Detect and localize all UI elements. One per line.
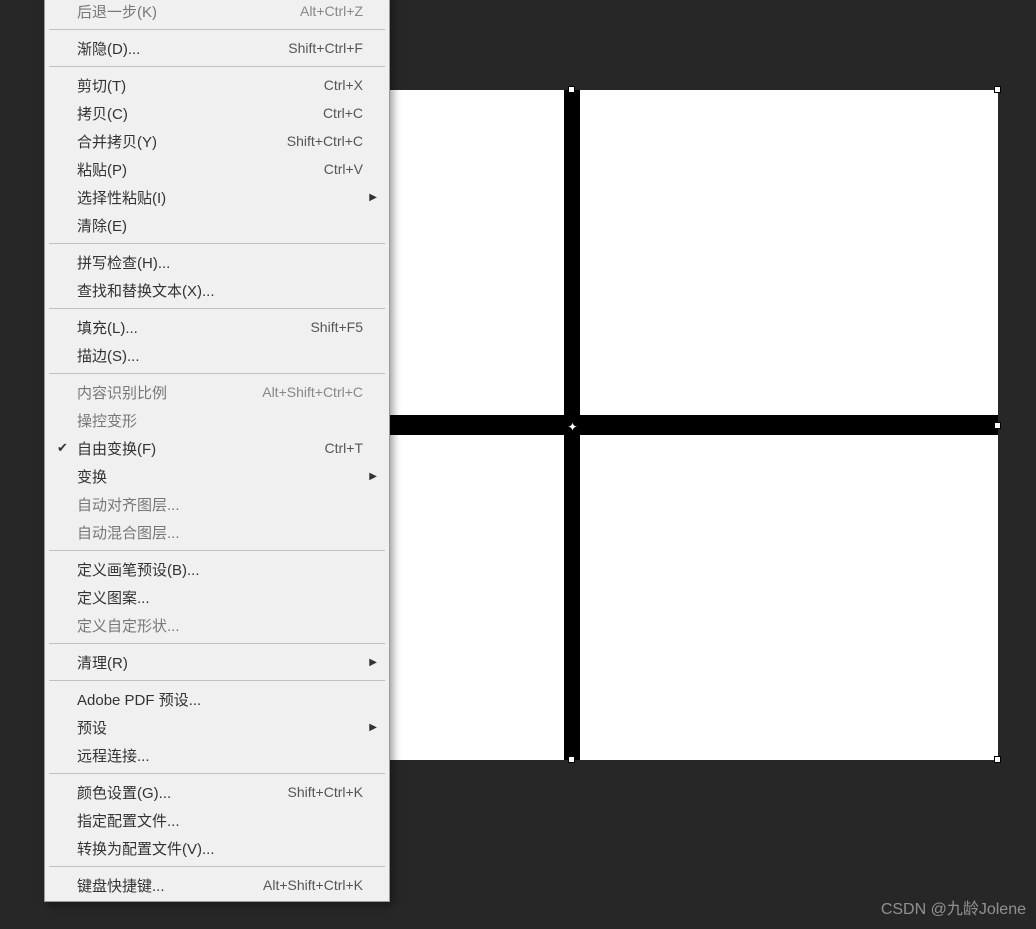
menu-item-fade[interactable]: 渐隐(D)...Shift+Ctrl+F	[47, 34, 387, 62]
submenu-arrow-icon: ▶	[369, 192, 377, 203]
menu-item-step-back: 后退一步(K)Alt+Ctrl+Z	[47, 0, 387, 25]
menu-separator	[49, 29, 385, 30]
menu-item-label: 转换为配置文件(V)...	[77, 838, 363, 859]
menu-item-shortcut: Alt+Shift+Ctrl+K	[263, 877, 363, 893]
menu-item-stroke[interactable]: 描边(S)...	[47, 341, 387, 369]
menu-item-label: 颜色设置(G)...	[77, 782, 288, 803]
menu-item-content-aware-scale: 内容识别比例Alt+Shift+Ctrl+C	[47, 378, 387, 406]
menu-item-find-replace[interactable]: 查找和替换文本(X)...	[47, 276, 387, 304]
menu-separator	[49, 680, 385, 681]
menu-item-label: 清除(E)	[77, 215, 363, 236]
submenu-arrow-icon: ▶	[369, 722, 377, 733]
menu-item-label: 定义画笔预设(B)...	[77, 559, 363, 580]
menu-item-label: 渐隐(D)...	[77, 38, 288, 59]
menu-item-label: 内容识别比例	[77, 382, 262, 403]
menu-item-label: 描边(S)...	[77, 345, 363, 366]
menu-item-label: 拷贝(C)	[77, 103, 323, 124]
menu-item-paste-special[interactable]: 选择性粘贴(I) ▶	[47, 183, 387, 211]
menu-item-purge[interactable]: 清理(R) ▶	[47, 648, 387, 676]
menu-separator	[49, 373, 385, 374]
menu-separator	[49, 66, 385, 67]
menu-item-label: 自由变换(F)	[77, 438, 325, 459]
menu-item-remote-connect[interactable]: 远程连接...	[47, 741, 387, 769]
menu-item-shortcut: Ctrl+V	[324, 161, 363, 177]
menu-item-paste[interactable]: 粘贴(P)Ctrl+V	[47, 155, 387, 183]
check-icon: ✔	[57, 440, 68, 456]
menu-item-label: 合并拷贝(Y)	[77, 131, 287, 152]
menu-item-label: 查找和替换文本(X)...	[77, 280, 363, 301]
menu-item-shortcut: Alt+Ctrl+Z	[300, 3, 363, 19]
menu-item-define-shape: 定义自定形状...	[47, 611, 387, 639]
menu-item-label: 变换	[77, 466, 363, 487]
menu-separator	[49, 550, 385, 551]
menu-item-label: 定义图案...	[77, 587, 363, 608]
menu-item-label: Adobe PDF 预设...	[77, 689, 363, 710]
transform-center-icon[interactable]: ✦	[567, 422, 578, 433]
menu-item-free-transform[interactable]: ✔ 自由变换(F)Ctrl+T	[47, 434, 387, 462]
menu-item-label: 剪切(T)	[77, 75, 324, 96]
menu-item-auto-align: 自动对齐图层...	[47, 490, 387, 518]
menu-item-spell-check[interactable]: 拼写检查(H)...	[47, 248, 387, 276]
edit-menu: 后退一步(K)Alt+Ctrl+Z 渐隐(D)...Shift+Ctrl+F 剪切(…	[44, 0, 390, 902]
menu-item-clear[interactable]: 清除(E)	[47, 211, 387, 239]
transform-handle-mr[interactable]	[994, 422, 1001, 429]
menu-separator	[49, 308, 385, 309]
transform-handle-bc[interactable]	[568, 756, 575, 763]
submenu-arrow-icon: ▶	[369, 657, 377, 668]
menu-item-shortcut: Shift+Ctrl+C	[287, 133, 363, 149]
menu-item-label: 预设	[77, 717, 363, 738]
menu-item-color-settings[interactable]: 颜色设置(G)...Shift+Ctrl+K	[47, 778, 387, 806]
menu-separator	[49, 773, 385, 774]
menu-item-copy-merged[interactable]: 合并拷贝(Y)Shift+Ctrl+C	[47, 127, 387, 155]
menu-item-label: 拼写检查(H)...	[77, 252, 363, 273]
canvas-tile	[580, 435, 998, 760]
menu-item-auto-blend: 自动混合图层...	[47, 518, 387, 546]
menu-item-shortcut: Ctrl+C	[323, 105, 363, 121]
menu-item-fill[interactable]: 填充(L)...Shift+F5	[47, 313, 387, 341]
menu-item-pdf-presets[interactable]: Adobe PDF 预设...	[47, 685, 387, 713]
menu-item-label: 自动对齐图层...	[77, 494, 363, 515]
menu-item-label: 后退一步(K)	[77, 1, 300, 22]
menu-item-puppet-warp: 操控变形	[47, 406, 387, 434]
transform-handle-br[interactable]	[994, 756, 1001, 763]
submenu-arrow-icon: ▶	[369, 471, 377, 482]
menu-item-label: 键盘快捷键...	[77, 875, 263, 896]
menu-separator	[49, 643, 385, 644]
menu-item-label: 填充(L)...	[77, 317, 310, 338]
menu-item-shortcut: Shift+Ctrl+F	[288, 40, 363, 56]
menu-item-shortcut: Ctrl+T	[325, 440, 364, 456]
canvas-tile	[580, 90, 998, 415]
transform-handle-tr[interactable]	[994, 86, 1001, 93]
menu-item-define-brush[interactable]: 定义画笔预设(B)...	[47, 555, 387, 583]
transform-handle-tc[interactable]	[568, 86, 575, 93]
menu-separator	[49, 243, 385, 244]
menu-item-label: 远程连接...	[77, 745, 363, 766]
menu-item-keyboard-shortcuts[interactable]: 键盘快捷键...Alt+Shift+Ctrl+K	[47, 871, 387, 899]
menu-item-convert-profile[interactable]: 转换为配置文件(V)...	[47, 834, 387, 862]
menu-item-label: 选择性粘贴(I)	[77, 187, 363, 208]
menu-item-label: 自动混合图层...	[77, 522, 363, 543]
menu-item-cut[interactable]: 剪切(T)Ctrl+X	[47, 71, 387, 99]
menu-item-transform[interactable]: 变换 ▶	[47, 462, 387, 490]
menu-item-shortcut: Ctrl+X	[324, 77, 363, 93]
menu-item-label: 粘贴(P)	[77, 159, 324, 180]
watermark: CSDN @九龄Jolene	[881, 895, 1026, 919]
menu-item-label: 定义自定形状...	[77, 615, 363, 636]
menu-item-shortcut: Shift+F5	[310, 319, 363, 335]
menu-separator	[49, 866, 385, 867]
menu-item-label: 清理(R)	[77, 652, 363, 673]
menu-item-presets[interactable]: 预设 ▶	[47, 713, 387, 741]
menu-item-shortcut: Alt+Shift+Ctrl+C	[262, 384, 363, 400]
menu-item-define-pattern[interactable]: 定义图案...	[47, 583, 387, 611]
menu-item-label: 指定配置文件...	[77, 810, 363, 831]
menu-item-assign-profile[interactable]: 指定配置文件...	[47, 806, 387, 834]
menu-item-shortcut: Shift+Ctrl+K	[288, 784, 363, 800]
menu-item-copy[interactable]: 拷贝(C)Ctrl+C	[47, 99, 387, 127]
menu-item-label: 操控变形	[77, 410, 363, 431]
